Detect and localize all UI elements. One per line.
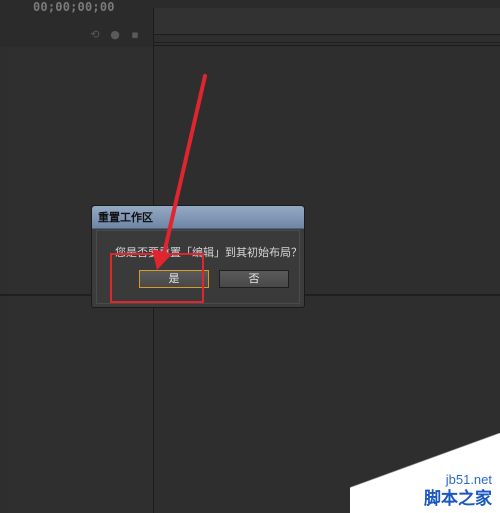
watermark: jb51.net 脚本之家 — [350, 433, 500, 513]
watermark-name: 脚本之家 — [424, 489, 492, 508]
